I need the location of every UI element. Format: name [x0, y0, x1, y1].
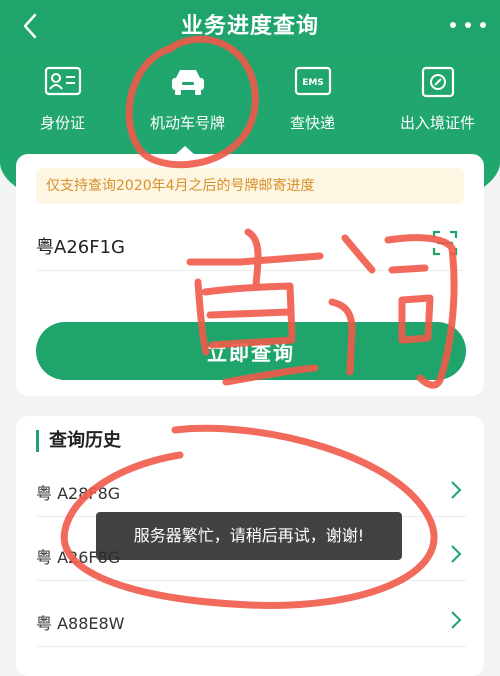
page-title: 业务进度查询 — [180, 14, 319, 39]
id-card-icon — [44, 66, 81, 96]
tab-express[interactable]: EMS 查快递 — [250, 62, 375, 142]
car-icon — [171, 70, 204, 95]
tab-label: 机动车号牌 — [149, 114, 225, 132]
toast-message: 服务器繁忙，请稍后再试，谢谢! — [96, 512, 402, 560]
tab-vehicle-plate[interactable]: 机动车号牌 — [125, 62, 250, 142]
ems-icon: EMS — [294, 66, 331, 96]
notice-banner: 仅支持查询2020年4月之后的号牌邮寄进度 — [36, 168, 464, 204]
history-plate: 粤 A28F8G — [36, 484, 121, 503]
tab-id-card[interactable]: 身份证 — [0, 62, 125, 142]
tab-label: 身份证 — [39, 114, 85, 132]
scan-icon[interactable] — [432, 230, 458, 256]
history-title: 查询历史 — [36, 430, 121, 452]
more-dot-icon — [450, 22, 456, 28]
query-card: 仅支持查询2020年4月之后的号牌邮寄进度 立即查询 — [16, 154, 484, 396]
more-dot-icon — [465, 22, 471, 28]
tab-label: 出入境证件 — [399, 114, 475, 132]
category-tabs: 身份证 机动车号牌 EMS 查快递 出入境证件 — [0, 62, 500, 142]
history-plate: 粤 A88E8W — [36, 614, 125, 633]
chevron-right-icon — [451, 481, 462, 499]
chevron-right-icon — [451, 545, 462, 563]
tab-label: 查快递 — [289, 114, 335, 132]
active-tab-indicator — [176, 146, 194, 154]
more-button[interactable] — [450, 10, 486, 40]
passport-icon — [421, 66, 454, 98]
tab-passport[interactable]: 出入境证件 — [375, 62, 500, 142]
plate-number-input[interactable] — [36, 226, 396, 266]
chevron-right-icon — [451, 611, 462, 629]
top-bar: 业务进度查询 — [0, 0, 500, 52]
plate-input-row — [36, 226, 464, 271]
more-dot-icon — [480, 22, 486, 28]
query-now-button[interactable]: 立即查询 — [36, 322, 466, 380]
history-row[interactable]: 粤 A88E8W — [36, 596, 466, 647]
history-row[interactable]: 粤 A28F8G — [36, 466, 466, 517]
ems-badge-text: EMS — [302, 78, 324, 88]
